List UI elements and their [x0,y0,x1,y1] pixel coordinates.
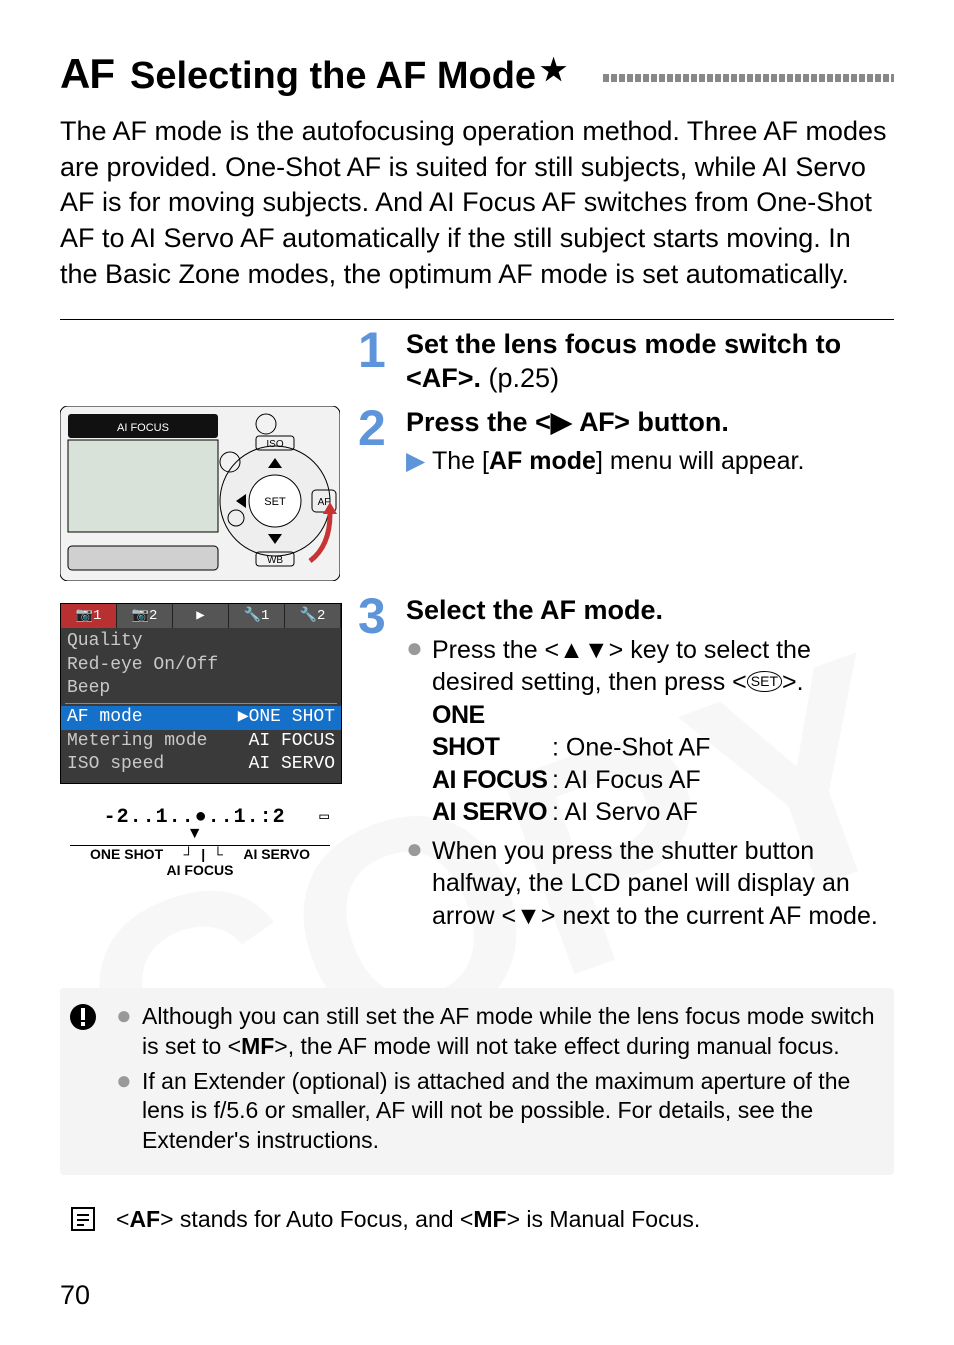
dot-bullet-icon: ● [116,1002,132,1061]
mode-glyph: AI FOCUS [432,764,552,797]
menu-row: Quality [67,630,335,654]
intro-paragraph: The AF mode is the autofocusing operatio… [60,114,894,292]
updown-arrow-icon: ▲▼ [559,636,609,664]
menu-row: Red-eye On/Off [67,654,335,678]
step-number: 1 [358,328,398,396]
divider [60,319,894,320]
warning-note: ● Although you can still set the AF mode… [60,988,894,1175]
menu-row-selected: AF mode ▶ONE SHOT [61,706,341,730]
step2-bullet: ▶ The [AF mode] menu will appear. [406,445,894,478]
menu-tab: 🔧2 [285,604,341,628]
menu-row: Metering mode AI FOCUS [67,730,335,754]
warning-icon [66,1002,100,1161]
step2-headline: Press the <▶ AF> button. [406,406,894,440]
heading-prefix: AF [60,50,114,98]
menu-tab: 📷2 [117,604,173,628]
star-icon: ★ [540,54,567,87]
set-button-icon: SET [747,671,782,691]
step1-headline: Set the lens focus mode switch to <AF>. … [406,328,894,396]
info-note: <AF> stands for Auto Focus, and <MF> is … [60,1195,894,1246]
menu-tab: 📷1 [61,604,117,628]
menu-tab: ▶ [173,604,229,628]
lcd-label: AI FOCUS [70,862,330,878]
heading-rule [603,74,894,82]
svg-text:ISO: ISO [266,439,283,450]
dot-bullet-icon: ● [116,1067,132,1155]
page-title: Selecting the AF Mode★ [130,55,567,98]
menu-tab: 🔧1 [229,604,285,628]
arrow-bullet-icon: ▶ [406,445,422,478]
note-icon [66,1205,100,1240]
step3-headline: Select the AF mode. [406,594,894,628]
menu-row: ISO speed AI SERVO [67,753,335,777]
lcd-illustration: -2..1..●..1.:2 ▭ ▼ ONE SHOT ┘ | └ AI SER… [70,806,330,878]
menu-row: Beep [67,677,335,701]
step3-bullet: ● Press the <▲▼> key to select the desir… [406,634,894,829]
menu-screenshot: 📷1 📷2 ▶ 🔧1 🔧2 Quality Red-eye On/Off Bee… [60,603,342,784]
camera-top-illustration: AI FOCUS SET ISO WB [60,406,340,581]
right-arrow-icon: ▶ [551,407,572,437]
info-item: <AF> stands for Auto Focus, and <MF> is … [116,1205,878,1234]
step-number: 3 [358,594,398,938]
dot-bullet-icon: ● [406,634,422,829]
down-arrow-icon: ▼ [187,825,203,842]
dot-bullet-icon: ● [406,835,422,933]
svg-text:SET: SET [264,496,286,508]
svg-text:WB: WB [267,555,283,566]
lcd-label: AI SERVO [243,846,310,862]
down-arrow-icon: ▼ [516,902,541,930]
warning-item: ● If an Extender (optional) is attached … [116,1067,878,1155]
lcd-label: ONE SHOT [90,846,163,862]
mode-glyph: ONE SHOT [432,699,552,764]
warning-item: ● Although you can still set the AF mode… [116,1002,878,1061]
page-number: 70 [60,1280,90,1311]
step3-bullet: ● When you press the shutter button half… [406,835,894,933]
svg-text:AI FOCUS: AI FOCUS [117,422,169,434]
mode-glyph: AI SERVO [432,796,552,829]
battery-icon: ▭ [319,806,330,826]
step-number: 2 [358,406,398,484]
